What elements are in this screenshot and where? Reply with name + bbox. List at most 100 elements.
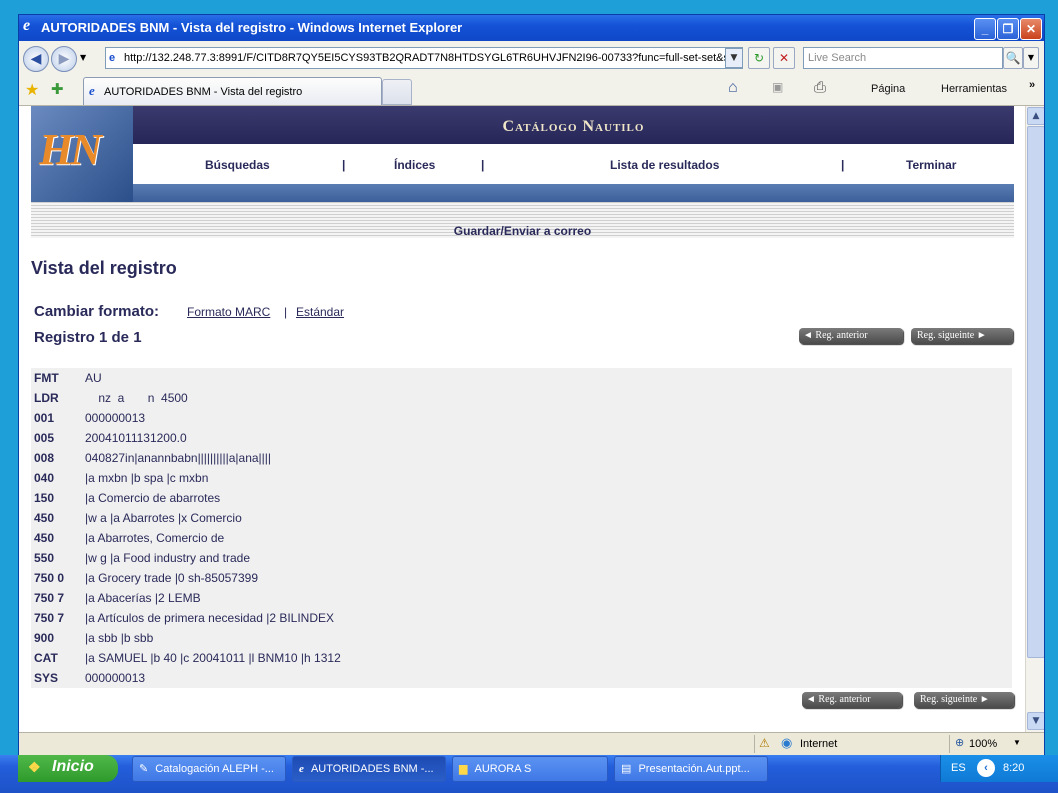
tab-autoridades[interactable]: e AUTORIDADES BNM - Vista del registro	[83, 77, 382, 105]
refresh-button[interactable]: ↻	[748, 47, 770, 69]
table-row: 450 |a Abarrotes, Comercio de	[31, 528, 1012, 548]
format-marc-link[interactable]: Formato MARC	[187, 305, 270, 319]
menu-busquedas[interactable]: Búsquedas	[205, 158, 270, 172]
favorites-star-icon[interactable]: ★	[25, 80, 39, 100]
menu-terminar[interactable]: Terminar	[906, 158, 956, 172]
task-catalogacion[interactable]: ✎ Catalogación ALEPH -...	[132, 756, 286, 782]
task-presentacion[interactable]: ▤ Presentación.Aut.ppt...	[614, 756, 768, 782]
browser-window: e AUTORIDADES BNM - Vista del registro -…	[18, 14, 1045, 756]
field-value: |a Artículos de primera necesidad |2 BIL…	[85, 611, 335, 625]
task-autoridades[interactable]: e AUTORIDADES BNM -...	[292, 756, 446, 782]
field-tag: 150	[34, 491, 55, 505]
menu-lista-resultados[interactable]: Lista de resultados	[610, 158, 719, 172]
field-value: 20041011131200.0	[85, 431, 187, 445]
field-value: |a Abacerías |2 LEMB	[85, 591, 201, 605]
start-button[interactable]: ❖ Inicio	[18, 755, 118, 782]
table-row: 550 |w g |a Food industry and trade	[31, 548, 1012, 568]
field-tag: 750 7	[34, 611, 65, 625]
folder-icon: ▆	[459, 763, 468, 775]
format-label: Cambiar formato:	[34, 303, 160, 320]
field-value: 000000013	[85, 411, 146, 425]
field-value: |a mxbn |b spa |c mxbn	[85, 471, 209, 485]
field-value: |a Abarrotes, Comercio de	[85, 531, 225, 545]
title-bar[interactable]: e AUTORIDADES BNM - Vista del registro -…	[19, 15, 1044, 41]
prev-record-button-bottom[interactable]: ◄ Reg. anterior	[802, 692, 902, 708]
table-row: LDR nz a n 4500	[31, 388, 1012, 408]
prev-record-button[interactable]: ◄ Reg. anterior	[799, 328, 903, 344]
search-options-icon[interactable]: ▼	[1023, 47, 1039, 69]
start-label: Inicio	[52, 758, 94, 775]
field-value: |a Grocery trade |0 sh-85057399	[85, 571, 259, 585]
table-row: 005 20041011131200.0	[31, 428, 1012, 448]
task-label: AURORA S	[474, 763, 532, 775]
search-button[interactable]: 🔍	[1003, 47, 1023, 69]
field-value: |w g |a Food industry and trade	[85, 551, 250, 565]
address-toolbar: ◀ ▶ ▼ e http://132.248.77.3:8991/F/CITD8…	[19, 41, 1044, 76]
feeds-icon[interactable]: ▣	[772, 80, 783, 94]
history-dropdown-icon[interactable]: ▼	[80, 53, 86, 62]
menu-indices[interactable]: Índices	[394, 158, 435, 172]
task-app-icon: ✎	[139, 763, 149, 775]
format-standard-link[interactable]: Estándar	[296, 305, 344, 319]
menu-separator: |	[841, 158, 845, 172]
vertical-scrollbar[interactable]: ▲ ▼	[1025, 106, 1044, 732]
table-row: SYS 000000013	[31, 668, 1012, 688]
scroll-down-icon[interactable]: ▼	[1027, 712, 1044, 730]
forward-button[interactable]: ▶	[51, 46, 77, 72]
globe-icon: ◉	[781, 735, 793, 750]
field-value: |a SAMUEL |b 40 |c 20041011 |l BNM10 |h …	[85, 651, 341, 665]
add-favorite-icon[interactable]: ✚	[51, 80, 64, 98]
overflow-chevron-icon[interactable]: »	[1029, 79, 1035, 91]
scroll-thumb[interactable]	[1027, 126, 1044, 658]
address-bar[interactable]: e http://132.248.77.3:8991/F/CITD8R7QY5E…	[105, 47, 743, 69]
system-tray: ES ‹ 8:20	[940, 755, 1058, 782]
save-email-link[interactable]: Guardar/Enviar a correo	[31, 224, 1014, 238]
print-icon[interactable]: ⎙	[814, 79, 826, 96]
field-value: AU	[85, 371, 102, 385]
task-aurora[interactable]: ▆ AURORA S	[452, 756, 608, 782]
zoom-dropdown-icon[interactable]: ▼	[1013, 738, 1021, 747]
field-tag: 750 7	[34, 591, 65, 605]
record-table: FMT AU LDR nz a n 4500 001 000000013 005 20041…	[31, 368, 1012, 688]
field-tag: SYS	[34, 671, 59, 685]
table-row: FMT AU	[31, 368, 1012, 388]
tray-arrow-icon[interactable]: ‹	[977, 759, 995, 777]
home-icon[interactable]: ⌂	[728, 79, 738, 97]
page-menu[interactable]: Página	[871, 83, 905, 95]
restore-button[interactable]: ❐	[997, 18, 1019, 40]
next-record-button-bottom[interactable]: Reg. sigueinte ►	[914, 692, 1014, 708]
status-bar: ⚠ ◉ Internet ⊕ 100% ▼	[19, 732, 1044, 755]
field-tag: LDR	[34, 391, 59, 405]
address-text: http://132.248.77.3:8991/F/CITD8R7QY5EI5…	[124, 52, 743, 64]
field-tag: 550	[34, 551, 55, 565]
close-button[interactable]: ✕	[1020, 18, 1042, 40]
header-band	[133, 184, 1014, 202]
tab-toolbar: ★ ✚ e AUTORIDADES BNM - Vista del regist…	[19, 75, 1044, 106]
scroll-up-icon[interactable]: ▲	[1027, 107, 1044, 125]
field-value: 040827in|anannbabn||||||||||a|ana||||	[85, 451, 272, 465]
language-indicator[interactable]: ES	[951, 762, 966, 774]
tab-label: AUTORIDADES BNM - Vista del registro	[104, 86, 303, 98]
presentation-icon: ▤	[621, 763, 632, 775]
stop-button[interactable]: ✕	[773, 47, 795, 69]
logo-text: HN	[39, 125, 102, 174]
minimize-button[interactable]: _	[974, 18, 996, 40]
field-tag: 450	[34, 511, 55, 525]
field-value: nz a n 4500	[85, 391, 188, 405]
catalog-banner: Catálogo Nautilo	[133, 106, 1014, 144]
task-ie-icon: e	[299, 763, 304, 775]
security-warning-icon[interactable]: ⚠	[759, 736, 770, 750]
page-icon: e	[109, 52, 116, 64]
address-dropdown-icon[interactable]: ▼	[725, 48, 743, 68]
page-content: HN Catálogo Nautilo Búsquedas | Índices …	[19, 106, 1025, 732]
table-row: 900 |a sbb |b sbb	[31, 628, 1012, 648]
task-label: AUTORIDADES BNM -...	[310, 763, 434, 775]
search-input[interactable]: Live Search	[803, 47, 1003, 69]
zoom-level[interactable]: 100%	[969, 738, 997, 750]
record-count: Registro 1 de 1	[34, 329, 142, 346]
tools-menu[interactable]: Herramientas	[941, 83, 1007, 95]
new-tab-button[interactable]	[382, 79, 412, 105]
next-record-button[interactable]: Reg. sigueinte ►	[911, 328, 1013, 344]
back-button[interactable]: ◀	[23, 46, 49, 72]
field-tag: 040	[34, 471, 55, 485]
